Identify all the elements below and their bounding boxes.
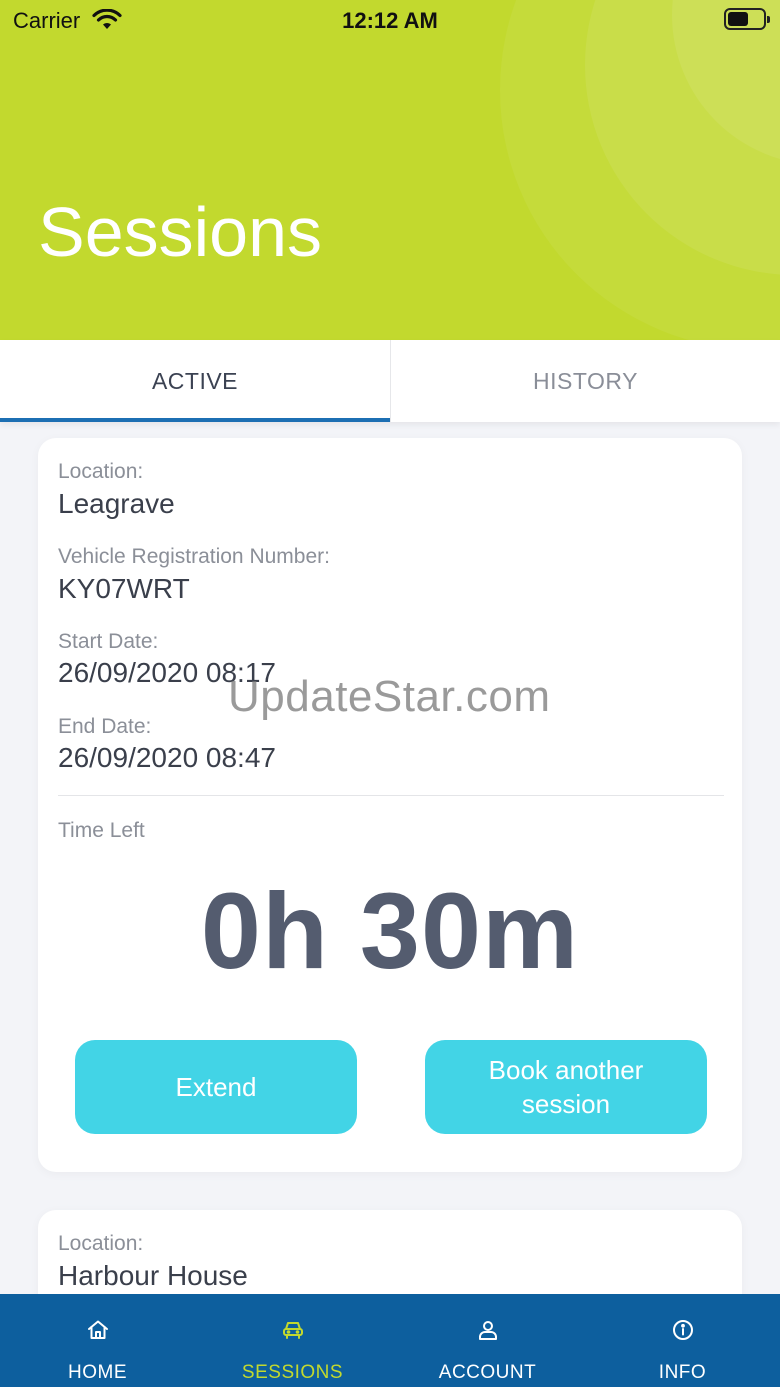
nav-item-account[interactable]: ACCOUNT: [390, 1294, 585, 1387]
time-left-value: 0h 30m: [200, 870, 580, 991]
nav-item-sessions[interactable]: SESSIONS: [195, 1294, 390, 1387]
car-icon: [283, 1322, 303, 1339]
book-another-session-button[interactable]: Book another session: [425, 1040, 707, 1134]
bottom-nav: HOME SESSIONS ACCOUNT INFO: [0, 1294, 780, 1387]
vrn-value: KY07WRT: [58, 573, 190, 604]
nav-item-info[interactable]: INFO: [585, 1294, 780, 1387]
vrn-label: Vehicle Registration Number:: [58, 545, 330, 568]
end-date-label: End Date:: [58, 715, 152, 738]
nav-label-sessions: SESSIONS: [241, 1362, 344, 1383]
location-label: Location:: [58, 460, 144, 483]
tab-history[interactable]: HISTORY: [390, 340, 780, 422]
start-date-label: Start Date:: [58, 630, 159, 653]
clock: 12:12 AM: [342, 8, 438, 33]
info-icon: [673, 1320, 693, 1340]
nav-item-home[interactable]: HOME: [0, 1294, 195, 1387]
page-title: Sessions: [38, 193, 323, 271]
nav-label-info: INFO: [658, 1362, 707, 1383]
status-bar: Carrier 12:12 AM: [0, 0, 780, 40]
time-left-label: Time Left: [58, 819, 145, 842]
location-label: Location:: [58, 1232, 144, 1255]
battery-icon: [724, 8, 770, 30]
location-value: Leagrave: [58, 488, 175, 519]
extend-button[interactable]: Extend: [75, 1040, 357, 1134]
home-icon: [88, 1320, 108, 1339]
user-icon: [479, 1321, 497, 1340]
divider: [58, 795, 724, 796]
header-banner: Carrier 12:12 AM Sessions: [0, 0, 780, 340]
tab-bar: ACTIVE HISTORY: [0, 340, 780, 422]
watermark: UpdateStar.com: [228, 672, 551, 721]
end-date-value: 26/09/2020 08:47: [58, 742, 276, 773]
nav-label-home: HOME: [68, 1362, 127, 1383]
location-value: Harbour House: [58, 1260, 248, 1291]
nav-label-account: ACCOUNT: [438, 1362, 537, 1383]
tab-active[interactable]: ACTIVE: [0, 340, 390, 422]
session-card: Location: Leagrave Vehicle Registration …: [38, 438, 742, 1172]
